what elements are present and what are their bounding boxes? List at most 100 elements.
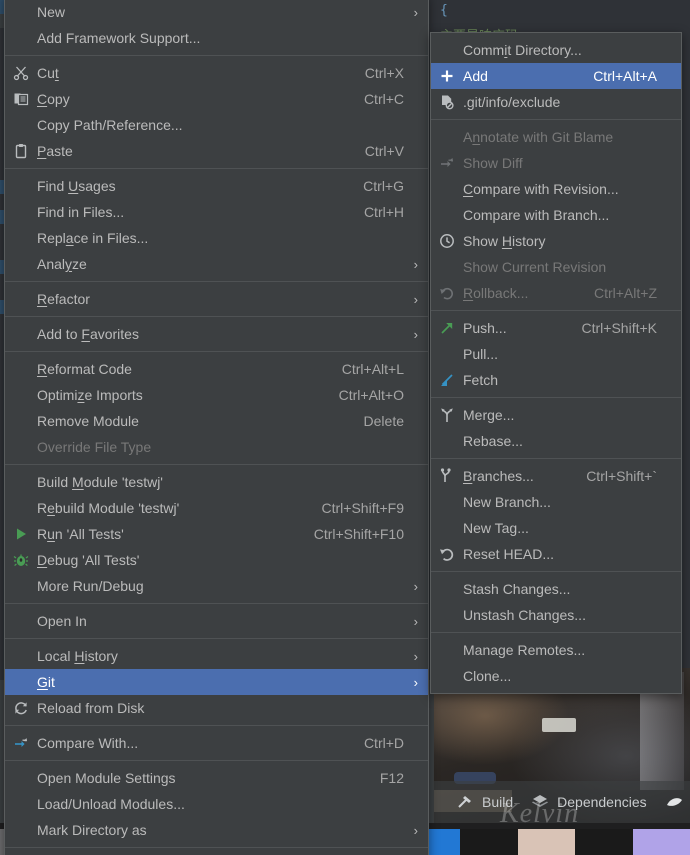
- menu-item-git[interactable]: Git ›: [5, 669, 428, 695]
- menu-item-find-in-files[interactable]: Find in Files... Ctrl+H: [5, 199, 428, 225]
- tool-window-build-label: Build: [482, 794, 514, 810]
- menu-item-copy[interactable]: Copy Ctrl+C: [5, 86, 428, 112]
- menu-item-compare-with-branch[interactable]: Compare with Branch...: [431, 202, 681, 228]
- menu-item-open-module-settings[interactable]: Open Module Settings F12: [5, 765, 428, 791]
- menu-item-label: Compare with Revision...: [463, 181, 619, 197]
- no-icon: [11, 229, 31, 247]
- menu-item-label: Mark Directory as: [37, 822, 147, 838]
- ide-tool-window-bar[interactable]: Build Dependencies: [434, 781, 690, 823]
- git-submenu[interactable]: Commit Directory... Add Ctrl+Alt+A .git/inf…: [430, 32, 682, 694]
- menu-item-clone[interactable]: Clone...: [431, 663, 681, 689]
- compare-icon-disabled: [437, 154, 457, 172]
- menu-item-manage-remotes[interactable]: Manage Remotes...: [431, 637, 681, 663]
- menu-item-label: Rebase...: [463, 433, 523, 449]
- menu-item-run-all-tests[interactable]: Run 'All Tests' Ctrl+Shift+F10: [5, 521, 428, 547]
- tool-window-dependencies[interactable]: Dependencies: [531, 793, 647, 811]
- menu-item-pull[interactable]: Pull...: [431, 341, 681, 367]
- menu-item-load-unload-modules[interactable]: Load/Unload Modules...: [5, 791, 428, 817]
- chevron-right-icon: ›: [413, 578, 418, 594]
- taskbar-item: [460, 829, 518, 855]
- menu-item-more-run-debug[interactable]: More Run/Debug ›: [5, 573, 428, 599]
- merge-icon: [437, 406, 457, 424]
- menu-item-add-framework-support[interactable]: Add Framework Support...: [5, 25, 428, 51]
- no-icon: [437, 493, 457, 511]
- menu-item-find-usages[interactable]: Find Usages Ctrl+G: [5, 173, 428, 199]
- menu-item-shortcut: Ctrl+V: [364, 143, 404, 159]
- menu-item-label: Load/Unload Modules...: [37, 796, 185, 812]
- menu-item-label: Add: [463, 68, 488, 84]
- project-view-context-menu[interactable]: New › Add Framework Support... Cut Ctrl+X Cop…: [4, 0, 429, 855]
- no-icon: [437, 41, 457, 59]
- menu-item-label: Manage Remotes...: [463, 642, 586, 658]
- menu-item-compare-with-revision[interactable]: Compare with Revision...: [431, 176, 681, 202]
- no-icon: [11, 795, 31, 813]
- menu-item-rebuild-module-testwj[interactable]: Rebuild Module 'testwj' Ctrl+Shift+F9: [5, 495, 428, 521]
- menu-item-analyze[interactable]: Analyze ›: [5, 251, 428, 277]
- menu-item-new-branch[interactable]: New Branch...: [431, 489, 681, 515]
- reload-icon: [11, 699, 31, 717]
- menu-item-label: Compare with Branch...: [463, 207, 610, 223]
- menu-item-fetch[interactable]: Fetch: [431, 367, 681, 393]
- menu-item-label: Reload from Disk: [37, 700, 145, 716]
- menu-item-commit-directory[interactable]: Commit Directory...: [431, 37, 681, 63]
- menu-item-branches[interactable]: Branches... Ctrl+Shift+`: [431, 463, 681, 489]
- menu-item-git-info-exclude[interactable]: .git/info/exclude: [431, 89, 681, 115]
- menu-item-label: Rebuild Module 'testwj': [37, 500, 180, 516]
- menu-item-reload-from-disk[interactable]: Reload from Disk: [5, 695, 428, 721]
- menu-item-label: Push...: [463, 320, 507, 336]
- menu-item-shortcut: Ctrl+X: [364, 65, 404, 81]
- debug-icon: [11, 551, 31, 569]
- menu-separator: [431, 632, 681, 633]
- menu-item-refactor[interactable]: Refactor ›: [5, 286, 428, 312]
- menu-item-label: Reformat Code: [37, 361, 132, 377]
- exclude-file-icon: [437, 93, 457, 111]
- menu-separator: [5, 638, 428, 639]
- menu-item-reformat-code[interactable]: Reformat Code Ctrl+Alt+L: [5, 356, 428, 382]
- menu-item-new[interactable]: New ›: [5, 0, 428, 25]
- menu-item-label: Add Framework Support...: [37, 30, 201, 46]
- menu-item-mark-directory-as[interactable]: Mark Directory as ›: [5, 817, 428, 843]
- menu-item-compare-with[interactable]: Compare With... Ctrl+D: [5, 730, 428, 756]
- menu-item-push[interactable]: Push... Ctrl+Shift+K: [431, 315, 681, 341]
- menu-item-local-history[interactable]: Local History ›: [5, 643, 428, 669]
- menu-item-label: Show History: [463, 233, 546, 249]
- menu-item-label: Branches...: [463, 468, 534, 484]
- scissors-icon: [11, 64, 31, 82]
- menu-item-open-in[interactable]: Open In ›: [5, 608, 428, 634]
- menu-separator: [431, 310, 681, 311]
- no-icon: [437, 606, 457, 624]
- no-icon: [11, 473, 31, 491]
- menu-item-build-module-testwj[interactable]: Build Module 'testwj': [5, 469, 428, 495]
- menu-item-rebase[interactable]: Rebase...: [431, 428, 681, 454]
- no-icon: [437, 432, 457, 450]
- menu-item-paste[interactable]: Paste Ctrl+V: [5, 138, 428, 164]
- menu-item-shortcut: Ctrl+Alt+A: [593, 68, 657, 84]
- menu-item-label: Annotate with Git Blame: [463, 129, 614, 145]
- menu-separator: [5, 847, 428, 848]
- menu-item-add-to-favorites[interactable]: Add to Favorites ›: [5, 321, 428, 347]
- menu-item-replace-in-files[interactable]: Replace in Files...: [5, 225, 428, 251]
- no-icon: [11, 325, 31, 343]
- menu-item-copy-path-reference[interactable]: Copy Path/Reference...: [5, 112, 428, 138]
- menu-item-new-tag[interactable]: New Tag...: [431, 515, 681, 541]
- menu-item-debug-all-tests[interactable]: Debug 'All Tests': [5, 547, 428, 573]
- tool-window-dependencies-label: Dependencies: [557, 794, 647, 810]
- menu-item-add[interactable]: Add Ctrl+Alt+A: [431, 63, 681, 89]
- tool-window-build[interactable]: Build: [456, 793, 513, 811]
- menu-item-show-history[interactable]: Show History: [431, 228, 681, 254]
- menu-item-cut[interactable]: Cut Ctrl+X: [5, 60, 428, 86]
- menu-item-label: Show Current Revision: [463, 259, 607, 275]
- no-icon: [11, 673, 31, 691]
- menu-item-optimize-imports[interactable]: Optimize Imports Ctrl+Alt+O: [5, 382, 428, 408]
- menu-item-reset-head[interactable]: Reset HEAD...: [431, 541, 681, 567]
- menu-item-label: Debug 'All Tests': [37, 552, 140, 568]
- no-icon: [11, 612, 31, 630]
- menu-item-unstash-changes[interactable]: Unstash Changes...: [431, 602, 681, 628]
- menu-separator: [431, 119, 681, 120]
- menu-item-label: More Run/Debug: [37, 578, 144, 594]
- menu-item-label: Replace in Files...: [37, 230, 149, 246]
- menu-item-remove-module[interactable]: Remove Module Delete: [5, 408, 428, 434]
- menu-item-label: Copy: [37, 91, 70, 107]
- menu-item-stash-changes[interactable]: Stash Changes...: [431, 576, 681, 602]
- menu-item-merge[interactable]: Merge...: [431, 402, 681, 428]
